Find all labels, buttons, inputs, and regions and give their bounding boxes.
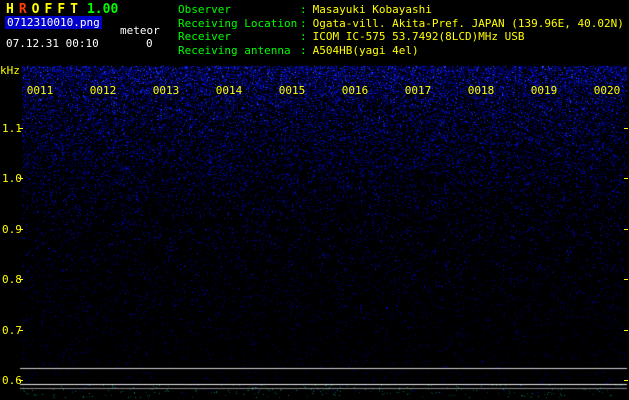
info-value: A504HB(yagi 4el) bbox=[312, 43, 419, 57]
info-colon: : bbox=[300, 43, 307, 57]
logo-letter: F bbox=[57, 2, 66, 17]
y-axis-tick bbox=[19, 330, 23, 331]
output-filename: 0712310010.png bbox=[5, 16, 102, 29]
info-colon: : bbox=[300, 30, 307, 43]
info-value: Masayuki Kobayashi bbox=[312, 3, 432, 16]
info-colon: : bbox=[300, 16, 307, 30]
app-logo: H R O F F T 1.00 bbox=[6, 2, 118, 17]
x-axis-time-label: 0020 bbox=[593, 84, 621, 97]
info-colon: : bbox=[300, 3, 307, 16]
info-label: Receiving antenna bbox=[178, 43, 291, 57]
logo-letter: O bbox=[31, 2, 40, 17]
x-axis-time-label: 0015 bbox=[278, 84, 306, 97]
info-row-observer: Observer: Masayuki Kobayashi bbox=[178, 3, 624, 17]
y-axis-tick bbox=[624, 229, 628, 230]
observation-info: Observer: Masayuki Kobayashi Receiving Lo… bbox=[178, 3, 624, 57]
y-axis-tick bbox=[624, 279, 628, 280]
x-axis-time-label: 0019 bbox=[530, 84, 558, 97]
x-axis-time-label: 0016 bbox=[341, 84, 369, 97]
app-version: 1.00 bbox=[86, 2, 119, 17]
info-row-location: Receiving Location: Ogata-vill. Akita-Pre… bbox=[178, 17, 624, 31]
y-axis-tick bbox=[624, 380, 628, 381]
hrofft-screen: H R O F F T 1.00 0712310010.png meteor 07.12.3… bbox=[0, 0, 629, 400]
logo-letter: F bbox=[44, 2, 53, 17]
y-axis-tick bbox=[19, 380, 23, 381]
logo-letter: R bbox=[18, 2, 27, 17]
mode-label: meteor bbox=[120, 24, 160, 37]
timestamp: 07.12.31 00:10 bbox=[6, 37, 99, 50]
y-axis-tick bbox=[624, 178, 628, 179]
y-axis-tick bbox=[624, 330, 628, 331]
y-axis-tick bbox=[19, 229, 23, 230]
y-axis-tick bbox=[624, 128, 628, 129]
info-row-receiver: Receiver: ICOM IC-575 53.7492(8LCD)MHz US… bbox=[178, 30, 624, 44]
x-axis-time-label: 0014 bbox=[215, 84, 243, 97]
y-axis-unit: kHz bbox=[0, 64, 20, 77]
logo-letter: T bbox=[70, 2, 78, 17]
logo-letter: H bbox=[6, 2, 14, 17]
y-axis-tick bbox=[19, 178, 23, 179]
x-axis-time-label: 0013 bbox=[152, 84, 180, 97]
info-value: ICOM IC-575 53.7492(8LCD)MHz USB bbox=[312, 30, 525, 43]
info-label: Observer bbox=[178, 3, 231, 16]
x-axis-time-label: 0011 bbox=[26, 84, 54, 97]
info-label: Receiver bbox=[178, 30, 231, 43]
x-axis-time-label: 0012 bbox=[89, 84, 117, 97]
y-axis-tick bbox=[19, 128, 23, 129]
info-label: Receiving Location bbox=[178, 16, 298, 30]
info-value: Ogata-vill. Akita-Pref. JAPAN (139.96E, … bbox=[312, 16, 624, 30]
meteor-count: 0 bbox=[146, 37, 153, 50]
y-axis-tick bbox=[19, 279, 23, 280]
spectrogram-canvas bbox=[0, 62, 629, 400]
info-row-antenna: Receiving antenna: A504HB(yagi 4el) bbox=[178, 44, 624, 58]
x-axis-time-label: 0017 bbox=[404, 84, 432, 97]
x-axis-time-label: 0018 bbox=[467, 84, 495, 97]
